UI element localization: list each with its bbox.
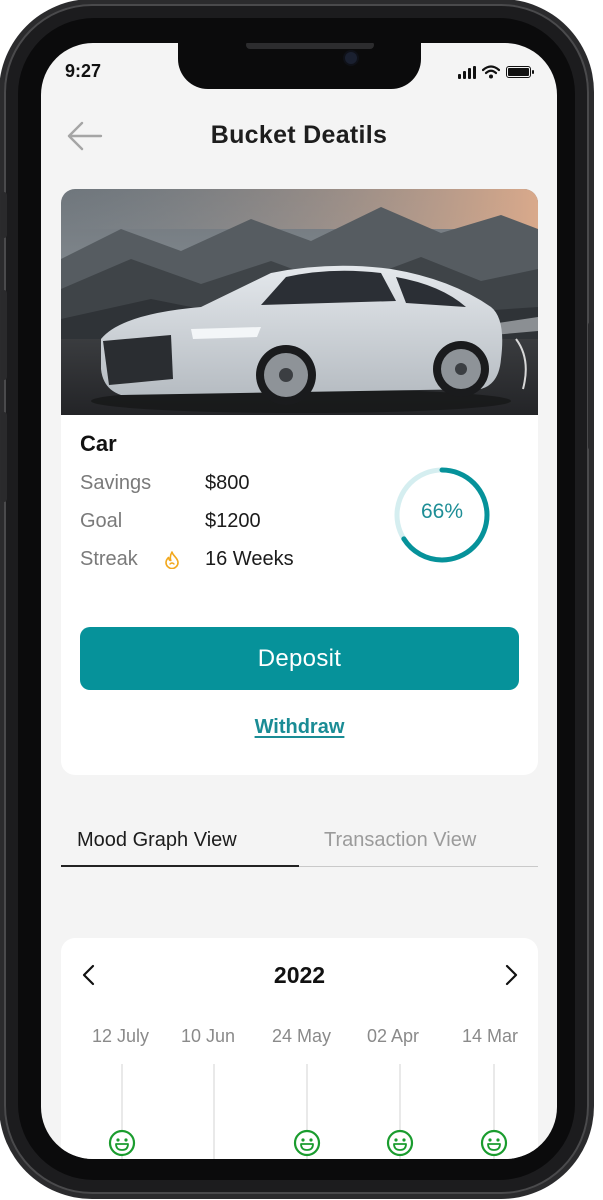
progress-percent: 66% — [420, 500, 464, 523]
bucket-card: Car Savings $800 Goal $1200 Streak 16 We… — [61, 189, 538, 775]
streak-label: Streak — [80, 548, 138, 570]
deposit-button[interactable]: Deposit — [80, 627, 519, 690]
mood-column-line — [213, 1064, 215, 1159]
savings-value: $800 — [205, 472, 250, 494]
side-button-volume-down — [1, 412, 7, 502]
status-icons — [458, 65, 534, 79]
withdraw-link[interactable]: Withdraw — [61, 716, 538, 739]
goal-label: Goal — [80, 510, 123, 532]
smiley-icon[interactable] — [386, 1129, 414, 1157]
flame-icon — [165, 551, 179, 569]
bucket-name: Car — [80, 431, 117, 456]
speaker-grille — [246, 43, 374, 49]
notch — [178, 43, 421, 89]
side-button-volume-up — [1, 290, 7, 380]
battery-icon — [506, 66, 534, 78]
tab-transaction-view[interactable]: Transaction View — [324, 829, 476, 852]
status-time: 9:27 — [65, 61, 102, 81]
date-label: 14 Mar — [462, 1026, 519, 1046]
date-label: 02 Apr — [367, 1026, 420, 1046]
streak-value: 16 Weeks — [205, 548, 294, 570]
signal-icon — [458, 65, 476, 79]
chevron-right-icon[interactable] — [502, 964, 520, 986]
page-title: Bucket Deatils — [210, 121, 388, 149]
smiley-icon[interactable] — [108, 1129, 136, 1157]
savings-label: Savings — [80, 472, 152, 494]
smiley-icon[interactable] — [480, 1129, 508, 1157]
date-label: 24 May — [272, 1026, 332, 1046]
bucket-image — [61, 189, 538, 415]
wifi-icon — [482, 65, 500, 79]
front-camera — [345, 52, 357, 64]
tab-active-indicator — [61, 865, 299, 867]
screen: 9:27 Bucket Deatils Car Savings $800 Goa… — [41, 43, 557, 1159]
year-label: 2022 — [273, 962, 326, 988]
tab-mood-graph-view[interactable]: Mood Graph View — [77, 829, 237, 852]
side-button-silent — [1, 192, 7, 238]
mood-graph-card: 2022 12 July 10 Jun 24 May 02 Apr 14 Mar — [61, 938, 538, 1159]
date-label: 10 Jun — [181, 1026, 236, 1046]
side-button-power — [588, 322, 594, 450]
smiley-icon[interactable] — [293, 1129, 321, 1157]
goal-value: $1200 — [205, 510, 261, 532]
date-label: 12 July — [92, 1026, 150, 1046]
